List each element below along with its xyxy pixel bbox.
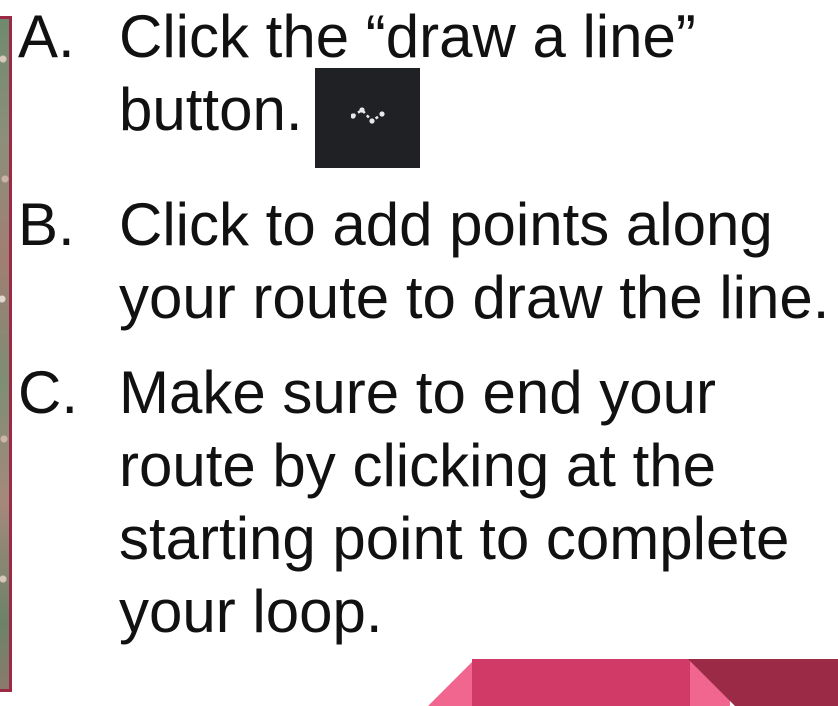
step-c: C. Make sure to end your route by clicki… (18, 356, 838, 648)
step-c-letter: C. (18, 359, 78, 426)
step-b: B. Click to add points along your route … (18, 188, 838, 334)
ribbon-mid-segment (472, 659, 692, 706)
step-b-text: Click to add points along your route to … (119, 191, 830, 331)
instruction-list: A. Click the “draw a line” button. B. Cl… (18, 0, 838, 648)
step-b-letter: B. (18, 191, 75, 258)
map-image-edge (0, 16, 12, 692)
polyline-icon (350, 107, 385, 124)
step-a: A. Click the “draw a line” button. (18, 0, 838, 168)
decorative-ribbon (428, 659, 838, 706)
draw-line-button[interactable] (314, 68, 420, 168)
step-a-letter: A. (18, 3, 75, 70)
step-c-text: Make sure to end your route by clicking … (119, 359, 790, 645)
